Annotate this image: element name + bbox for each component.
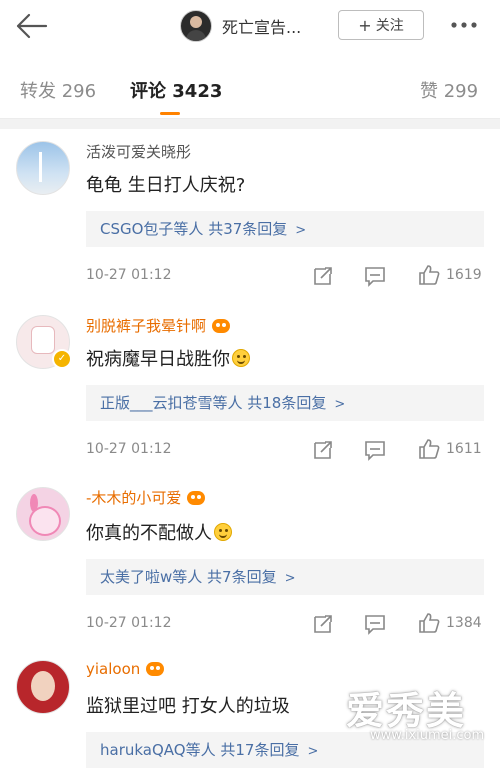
tab-likes[interactable]: 赞 299 (420, 77, 478, 103)
arrow-left-icon[interactable] (14, 12, 48, 40)
comment-username[interactable]: yialoon (86, 660, 165, 678)
comment-text: 监狱里过吧 打女人的垃圾 (86, 696, 290, 717)
reply-summary[interactable]: CSGO包子等人 共37条回复 > (86, 211, 484, 247)
repost-icon[interactable] (312, 613, 334, 635)
chevron-right-icon: > (307, 744, 319, 759)
reply-summary-text: 正版___云扣苍雪等人 共18条回复 (100, 394, 327, 412)
tab-comments[interactable]: 评论 3423 (130, 77, 222, 103)
top-bar: 死亡宣告... + 关注 (0, 0, 500, 52)
vip-crown-icon (146, 662, 165, 676)
plus-icon: + (358, 15, 372, 35)
smile-emoji-icon (232, 349, 250, 367)
comment-time: 10-27 01:12 (86, 615, 172, 631)
comment-icon[interactable] (364, 265, 386, 287)
comment-username-text: yialoon (86, 660, 141, 678)
thumbs-up-icon[interactable] (418, 264, 440, 286)
comment-username[interactable]: 别脱裤子我晕针啊 (86, 315, 231, 336)
repost-icon[interactable] (312, 439, 334, 461)
watermark-url: www.ixiumei.com (370, 728, 485, 743)
like-count: 1611 (446, 441, 482, 457)
comment-time: 10-27 01:12 (86, 441, 172, 457)
author-avatar[interactable] (180, 10, 212, 42)
comment-text: 龟龟 生日打人庆祝? (86, 175, 246, 196)
chevron-right-icon: > (284, 571, 296, 586)
comment-icon[interactable] (364, 439, 386, 461)
comment-text-content: 祝病魔早日战胜你 (86, 349, 230, 370)
comment-username-text: -木木的小可爱 (86, 489, 182, 507)
comment-username-text: 别脱裤子我晕针啊 (86, 317, 207, 335)
chevron-right-icon: > (295, 223, 307, 238)
comment-username[interactable]: -木木的小可爱 (86, 487, 206, 508)
repost-icon[interactable] (312, 265, 334, 287)
comment-time: 10-27 01:12 (86, 267, 172, 283)
tab-reposts[interactable]: 转发 296 (20, 77, 96, 103)
reply-summary-text: harukaQAQ等人 共17条回复 (100, 741, 300, 759)
verified-badge: ✓ (52, 349, 72, 369)
like-count: 1619 (446, 267, 482, 283)
follow-label: 关注 (375, 18, 404, 34)
tab-bar: 转发 296 评论 3423 赞 299 (0, 60, 500, 119)
thumbs-up-icon[interactable] (418, 612, 440, 634)
reply-summary-text: CSGO包子等人 共37条回复 (100, 220, 288, 238)
vip-crown-icon (187, 491, 206, 505)
avatar[interactable] (16, 487, 70, 541)
chevron-right-icon: > (334, 397, 346, 412)
comment-text: 祝病魔早日战胜你 (86, 345, 250, 371)
page-title: 死亡宣告... (222, 18, 302, 37)
comment-text: 你真的不配做人 (86, 519, 232, 545)
section-divider (0, 119, 500, 129)
avatar[interactable] (16, 660, 70, 714)
comment-icon[interactable] (364, 613, 386, 635)
follow-button[interactable]: + 关注 (338, 10, 424, 40)
reply-summary[interactable]: 太美了啦w等人 共7条回复 > (86, 559, 484, 595)
comment-username[interactable]: 活泼可爱关晓彤 (86, 141, 191, 162)
watermark-logo: 爱秀美 (346, 689, 467, 733)
vip-crown-icon (212, 319, 231, 333)
active-tab-indicator (160, 112, 180, 115)
reply-summary[interactable]: 正版___云扣苍雪等人 共18条回复 > (86, 385, 484, 421)
title-group[interactable]: 死亡宣告... (180, 10, 301, 42)
thumbs-up-icon[interactable] (418, 438, 440, 460)
like-count: 1384 (446, 615, 482, 631)
reply-summary-text: 太美了啦w等人 共7条回复 (100, 568, 277, 586)
comment-text-content: 你真的不配做人 (86, 523, 212, 544)
more-dots-icon[interactable] (450, 20, 478, 30)
smile-emoji-icon (214, 523, 232, 541)
avatar[interactable] (16, 141, 70, 195)
